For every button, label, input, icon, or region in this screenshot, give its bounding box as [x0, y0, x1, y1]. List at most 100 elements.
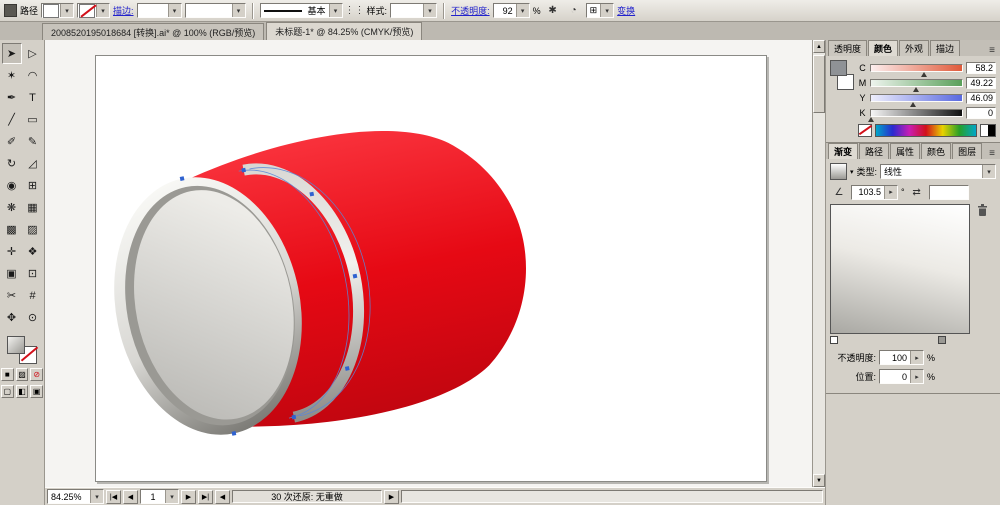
yellow-slider[interactable]: [870, 93, 963, 107]
style-combo[interactable]: ▾: [390, 3, 438, 18]
slice-tool[interactable]: #: [22, 285, 43, 306]
vertical-scrollbar[interactable]: ▲ ▼: [812, 40, 825, 487]
magenta-value[interactable]: 49.22: [966, 76, 996, 89]
rotate-tool[interactable]: ↻: [1, 153, 22, 174]
tab-gradient[interactable]: 渐变: [828, 143, 859, 159]
paintbrush-tool[interactable]: ✐: [1, 131, 22, 152]
fill-color-picker[interactable]: ▾: [41, 3, 75, 18]
mask-icon[interactable]: ◔: [565, 3, 583, 19]
direct-selection-tool[interactable]: ▷: [22, 43, 43, 64]
slider-knob[interactable]: [912, 86, 919, 92]
hand-tool[interactable]: ✥: [1, 307, 22, 328]
pencil-tool[interactable]: ✎: [22, 131, 43, 152]
mesh-tool[interactable]: ▩: [1, 219, 22, 240]
opacity-panel-link[interactable]: 不透明度:: [451, 4, 490, 17]
color-mode-button[interactable]: ■: [1, 368, 14, 381]
stroke-weight-combo[interactable]: ▾: [136, 3, 182, 18]
first-page-button[interactable]: |◀: [106, 489, 121, 504]
selection-tool[interactable]: ➤: [1, 43, 22, 64]
reverse-gradient-icon[interactable]: ⇄: [908, 184, 926, 200]
last-page-button[interactable]: ▶|: [198, 489, 213, 504]
next-page-button[interactable]: ▶: [181, 489, 196, 504]
scroll-up-icon[interactable]: ▲: [813, 40, 825, 53]
zoom-tool[interactable]: ⊙: [22, 307, 43, 328]
variable-width-combo[interactable]: ▾: [184, 3, 246, 18]
panel-options-icon[interactable]: [4, 4, 17, 17]
normal-screen-mode-button[interactable]: ▢: [1, 385, 14, 398]
stroke-color-picker[interactable]: ▾: [77, 3, 111, 18]
black-slider[interactable]: [868, 108, 963, 122]
zoom-combo[interactable]: 84.25% ▾: [47, 489, 104, 504]
symbol-sprayer-tool[interactable]: ❋: [1, 197, 22, 218]
document-tab-1[interactable]: 2008520195018684 [转换].ai* @ 100% (RGB/预览…: [42, 23, 265, 40]
gradient-stops-bar[interactable]: [830, 336, 968, 345]
angle-combo[interactable]: 103.5 ▸: [851, 184, 898, 200]
tab-appearance[interactable]: 外观: [899, 40, 930, 56]
scale-tool[interactable]: ◿: [22, 153, 43, 174]
opacity-combo[interactable]: 92 ▾: [492, 3, 530, 18]
cyan-slider[interactable]: [870, 63, 963, 77]
gradient-stop-gray[interactable]: [938, 336, 946, 344]
slider-knob[interactable]: [909, 101, 916, 107]
graph-tool[interactable]: ▦: [22, 197, 43, 218]
gradient-opacity-combo[interactable]: 100 ▸: [879, 350, 924, 365]
scissors-tool[interactable]: ✂: [1, 285, 22, 306]
gradient-angle-icon[interactable]: ∠: [830, 184, 848, 200]
yellow-value[interactable]: 46.09: [966, 91, 996, 104]
tab-color2[interactable]: 颜色: [921, 143, 952, 159]
live-paint-bucket-tool[interactable]: ▣: [1, 263, 22, 284]
tab-color[interactable]: 颜色: [868, 40, 899, 56]
fill-proxy-swatch[interactable]: [830, 60, 847, 76]
history-forward-icon[interactable]: ▶: [384, 489, 399, 504]
transform-panel-link[interactable]: 变换: [617, 4, 635, 17]
gradient-stop-white[interactable]: [830, 336, 838, 344]
trash-icon[interactable]: [977, 204, 988, 216]
slider-knob[interactable]: [868, 116, 874, 122]
magic-wand-tool[interactable]: ✶: [1, 65, 22, 86]
brush-definition-combo[interactable]: 基本 ▾: [259, 3, 343, 18]
magenta-slider[interactable]: [870, 78, 963, 92]
rectangle-tool[interactable]: ▭: [22, 109, 43, 130]
pen-tool[interactable]: ✒: [1, 87, 22, 108]
tab-stroke[interactable]: 描边: [930, 40, 961, 56]
none-swatch[interactable]: [858, 124, 872, 137]
white-black-swatch[interactable]: [980, 124, 996, 137]
gradient-tool[interactable]: ▨: [22, 219, 43, 240]
fill-stroke-indicator[interactable]: [7, 336, 37, 364]
lasso-tool[interactable]: ◠: [22, 65, 43, 86]
tab-attributes[interactable]: 属性: [890, 143, 921, 159]
horizontal-scrollbar[interactable]: [401, 490, 823, 503]
line-segment-tool[interactable]: ╱: [1, 109, 22, 130]
tab-path[interactable]: 路径: [859, 143, 890, 159]
previous-page-button[interactable]: ◀: [123, 489, 138, 504]
type-tool[interactable]: T: [22, 87, 43, 108]
gradient-type-combo[interactable]: 线性 ▾: [880, 164, 996, 179]
recolor-artwork-icon[interactable]: ✱: [544, 3, 562, 19]
full-screen-mode-button[interactable]: ▣: [30, 385, 44, 398]
blend-tool[interactable]: ❖: [22, 241, 43, 262]
stroke-proxy-swatch[interactable]: [837, 74, 854, 90]
color-fill-stroke-swatches[interactable]: [830, 60, 854, 90]
aspect-ratio-field[interactable]: [928, 184, 969, 200]
free-transform-tool[interactable]: ⊞: [22, 175, 43, 196]
tab-transparency[interactable]: 透明度: [828, 40, 868, 56]
fill-indicator-swatch[interactable]: [7, 336, 25, 354]
warp-tool[interactable]: ◉: [1, 175, 22, 196]
color-spectrum-ramp[interactable]: [875, 124, 977, 137]
gradient-preview[interactable]: [830, 204, 970, 334]
black-value[interactable]: 0: [966, 106, 996, 119]
scrollbar-track[interactable]: [813, 113, 825, 474]
history-back-icon[interactable]: ◀: [215, 489, 230, 504]
eyedropper-tool[interactable]: ✛: [1, 241, 22, 262]
chevron-down-icon[interactable]: ▾: [850, 168, 854, 176]
tab-layers[interactable]: 图层: [952, 143, 983, 159]
document-tab-2[interactable]: 未标题-1* @ 84.25% (CMYK/预览): [266, 22, 423, 40]
canvas-area[interactable]: [45, 40, 812, 487]
gradient-position-combo[interactable]: 0 ▸: [879, 369, 924, 384]
page-number-combo[interactable]: 1 ▾: [140, 489, 179, 504]
dashed-line-icon[interactable]: ⋮⋮: [345, 3, 365, 19]
align-combo[interactable]: ⊞ ▾: [585, 3, 615, 18]
panel-menu-icon[interactable]: ≡: [986, 148, 998, 159]
live-paint-selection-tool[interactable]: ⊡: [22, 263, 43, 284]
scrollbar-thumb[interactable]: [813, 55, 825, 113]
